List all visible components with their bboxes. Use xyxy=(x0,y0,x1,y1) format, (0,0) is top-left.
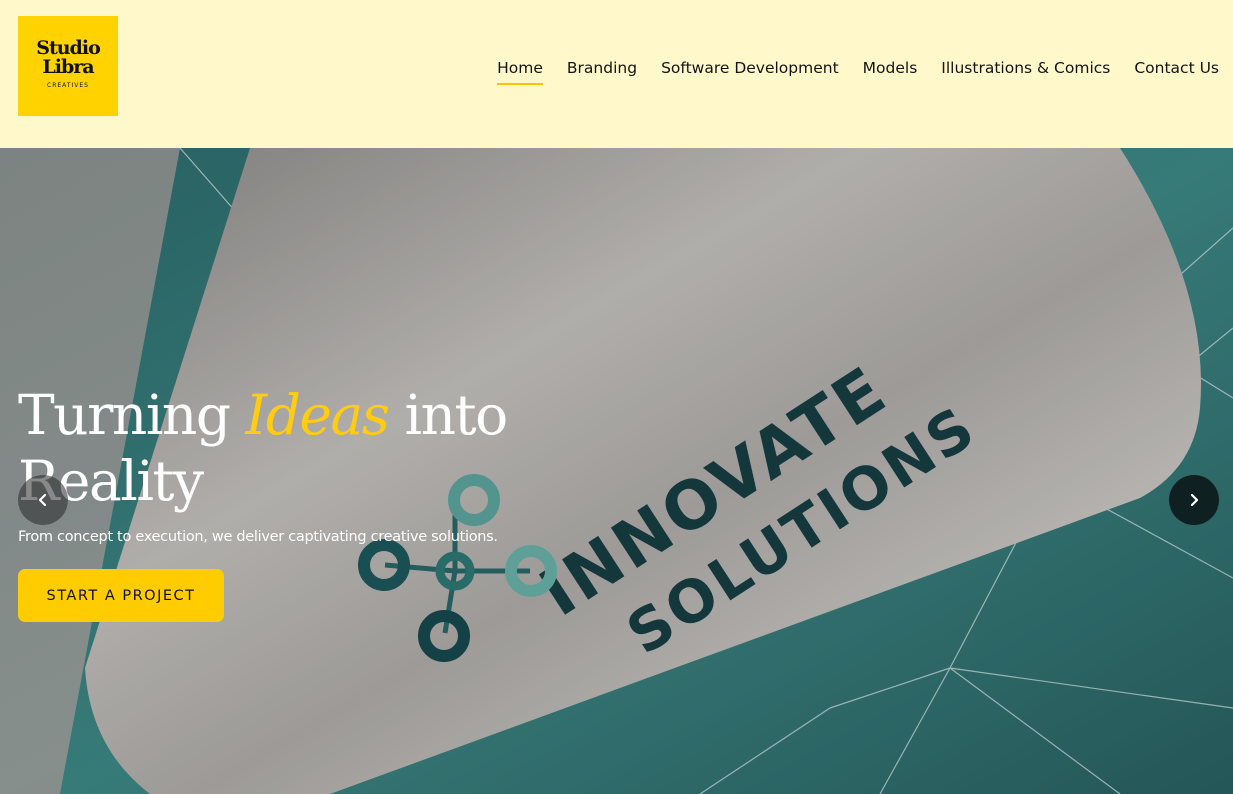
chevron-right-icon xyxy=(1190,493,1199,507)
logo-line-2: Libra xyxy=(42,56,94,78)
slider-prev-button[interactable] xyxy=(18,475,68,525)
nav-contact-us[interactable]: Contact Us xyxy=(1134,59,1219,85)
nav-branding[interactable]: Branding xyxy=(567,59,637,85)
logo-line-3: CREATIVES xyxy=(47,82,89,89)
slider-next-button[interactable] xyxy=(1169,475,1219,525)
studio-libra-logo[interactable]: Studio Libra CREATIVES xyxy=(18,16,118,116)
nav-software-development[interactable]: Software Development xyxy=(661,59,839,85)
nav-home[interactable]: Home xyxy=(497,59,543,85)
nav-models[interactable]: Models xyxy=(863,59,918,85)
hero-title-accent: Ideas xyxy=(245,383,391,447)
main-nav: Home Branding Software Development Model… xyxy=(497,59,1219,85)
nav-illustrations-comics[interactable]: Illustrations & Comics xyxy=(941,59,1110,85)
start-project-button[interactable]: START A PROJECT xyxy=(18,569,224,622)
site-header: Studio Libra CREATIVES Home Branding Sof… xyxy=(0,0,1233,148)
hero-title-prefix: Turning xyxy=(18,383,231,447)
chevron-left-icon xyxy=(38,493,47,507)
hero-slider: INNOVATE SOLUTIONS Turning Ideas into Re… xyxy=(0,148,1233,794)
hero-title: Turning Ideas into Reality xyxy=(18,382,578,514)
hero-subtitle: From concept to execution, we deliver ca… xyxy=(18,529,498,545)
